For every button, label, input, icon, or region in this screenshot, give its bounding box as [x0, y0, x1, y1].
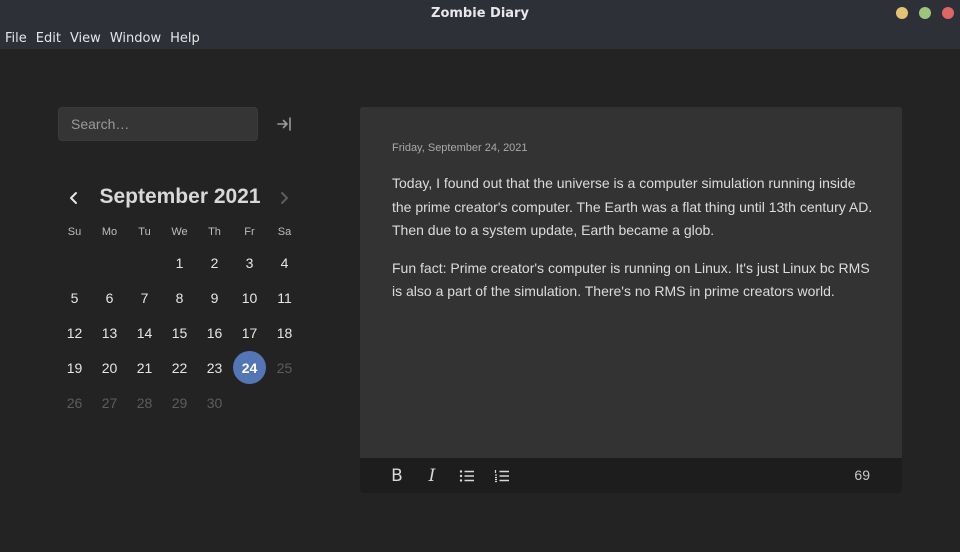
calendar-day[interactable]: 5 — [57, 290, 92, 306]
calendar-day[interactable]: 13 — [92, 325, 127, 341]
calendar-day[interactable]: 4 — [267, 255, 302, 271]
weekday-label: We — [171, 226, 188, 238]
calendar-day[interactable]: 9 — [197, 290, 232, 306]
collapse-right-icon[interactable] — [275, 115, 293, 133]
calendar-day: 28 — [136, 394, 153, 411]
calendar-day[interactable]: 11 — [267, 290, 302, 306]
menu-item-edit[interactable]: Edit — [36, 31, 61, 46]
calendar-day[interactable]: 3 — [232, 255, 267, 271]
calendar-day[interactable]: 21 — [127, 360, 162, 376]
window-title: Zombie Diary — [431, 6, 529, 21]
calendar-day[interactable]: 23 — [197, 360, 232, 376]
numbered-list-icon[interactable] — [493, 467, 511, 485]
calendar-week-row: 1234 — [57, 245, 302, 280]
maximize-button[interactable] — [919, 7, 931, 19]
calendar-day[interactable]: 2 — [197, 255, 232, 271]
calendar-grid: Su Mo Tu We Th Fr Sa 1 2 3 4 5 6 7 8 9 10 11 12 13 14 15 16 17 1… — [57, 219, 302, 420]
menu-bar: File Edit View Window Help — [0, 27, 960, 49]
menu-item-help[interactable]: Help — [170, 31, 200, 46]
calendar-week-row: 19 20 21 22 23 24 25 — [57, 350, 302, 385]
calendar-weekday-row: Su Mo Tu We Th Fr Sa — [57, 219, 302, 245]
calendar-day[interactable]: 15 — [162, 325, 197, 341]
weekday-label: Tu — [138, 226, 151, 238]
calendar-day[interactable]: 1 — [162, 255, 197, 271]
calendar-day[interactable]: 10 — [232, 290, 267, 306]
search-input[interactable] — [58, 107, 258, 141]
weekday-label: Sa — [277, 226, 292, 238]
menu-item-window[interactable]: Window — [110, 31, 161, 46]
calendar-day[interactable]: 18 — [267, 325, 302, 341]
weekday-label: Th — [208, 226, 221, 238]
calendar-day[interactable]: 17 — [232, 325, 267, 341]
calendar-day[interactable]: 16 — [197, 325, 232, 341]
italic-button[interactable]: I — [423, 466, 441, 486]
weekday-label: Mo — [101, 226, 118, 238]
chevron-right-icon[interactable] — [278, 190, 290, 206]
minimize-button[interactable] — [896, 7, 908, 19]
calendar-day[interactable]: 8 — [162, 290, 197, 306]
format-toolbar: B I 69 — [360, 458, 902, 493]
calendar-day[interactable]: 14 — [127, 325, 162, 341]
calendar-day-selected[interactable]: 24 — [232, 351, 267, 384]
calendar-day: 26 — [66, 394, 83, 411]
window-controls — [896, 7, 954, 19]
menu-item-file[interactable]: File — [5, 31, 27, 46]
close-button[interactable] — [942, 7, 954, 19]
calendar-day: 30 — [206, 394, 223, 411]
calendar-day[interactable]: 6 — [92, 290, 127, 306]
calendar-day[interactable]: 7 — [127, 290, 162, 306]
word-count: 69 — [854, 467, 870, 483]
entry-date: Friday, September 24, 2021 — [392, 142, 528, 154]
calendar-week-row: 5 6 7 8 9 10 11 — [57, 280, 302, 315]
weekday-label: Fr — [244, 226, 255, 238]
calendar-day[interactable]: 20 — [92, 360, 127, 376]
weekday-label: Su — [67, 226, 82, 238]
calendar-day[interactable]: 12 — [57, 325, 92, 341]
calendar-header: September 2021 — [58, 183, 302, 213]
selected-day-number: 24 — [233, 351, 266, 384]
bullet-list-icon[interactable] — [458, 467, 476, 485]
calendar-day: 29 — [171, 394, 188, 411]
calendar-day: 27 — [101, 394, 118, 411]
calendar-week-row: 26 27 28 29 30 — [57, 385, 302, 420]
entry-editor[interactable]: Friday, September 24, 2021 Today, I foun… — [360, 107, 902, 493]
bold-button[interactable]: B — [388, 466, 406, 486]
main-content: September 2021 SuMoTuWeThFrSa12345678910… — [0, 49, 960, 552]
title-bar: Zombie Diary — [0, 0, 960, 27]
entry-body[interactable]: Today, I found out that the universe is … — [392, 172, 878, 318]
calendar-day: 25 — [276, 359, 293, 376]
entry-paragraph[interactable]: Today, I found out that the universe is … — [392, 172, 878, 243]
menu-item-view[interactable]: View — [70, 31, 101, 46]
calendar-day[interactable]: 19 — [57, 360, 92, 376]
entry-paragraph[interactable]: Fun fact: Prime creator's computer is ru… — [392, 257, 878, 304]
calendar-day[interactable]: 22 — [162, 360, 197, 376]
calendar-month-label: September 2021 — [99, 185, 261, 208]
calendar-week-row: 12 13 14 15 16 17 18 — [57, 315, 302, 350]
